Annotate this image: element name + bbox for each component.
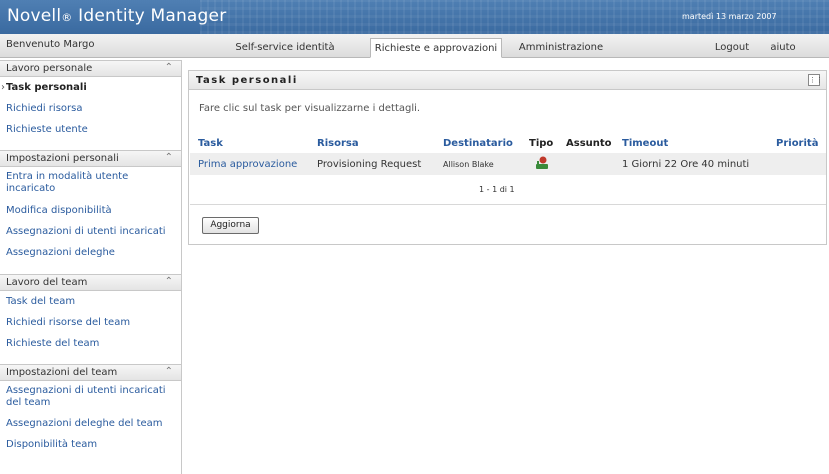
sidebar-item-assegnazioni-incaricati-team[interactable]: Assegnazioni di utenti incaricati del te…: [6, 385, 178, 409]
section-header-impostazioni-del-team[interactable]: Impostazioni del team ⌃: [0, 364, 181, 381]
resource-cell: Provisioning Request: [317, 159, 422, 170]
sidebar: Lavoro personale ⌃ › Task personali Richi…: [0, 60, 182, 474]
current-date: martedì 13 marzo 2007: [682, 12, 777, 21]
column-header-timeout[interactable]: Timeout: [622, 138, 668, 149]
section-title: Impostazioni personali: [6, 153, 119, 164]
column-header-risorsa[interactable]: Risorsa: [317, 138, 359, 149]
sidebar-item-assegnazioni-deleghe[interactable]: Assegnazioni deleghe: [6, 247, 178, 259]
sidebar-item-richiedi-risorse-team[interactable]: Richiedi risorse del team: [6, 317, 178, 329]
task-link[interactable]: Prima approvazione: [198, 159, 297, 170]
timeout-cell: 1 Giorni 22 Ore 40 minuti: [622, 159, 750, 170]
section-title: Impostazioni del team: [6, 367, 118, 378]
section-header-lavoro-del-team[interactable]: Lavoro del team ⌃: [0, 274, 181, 291]
sidebar-item-task-personali[interactable]: › Task personali: [1, 82, 178, 94]
approval-type-icon: [534, 155, 550, 174]
sidebar-item-richieste-utente[interactable]: Richieste utente: [6, 124, 178, 136]
collapse-icon[interactable]: ⌃: [165, 62, 173, 73]
sidebar-item-richiedi-risorsa[interactable]: Richiedi risorsa: [6, 103, 178, 115]
sidebar-item-assegnazioni-deleghe-team[interactable]: Assegnazioni deleghe del team: [6, 418, 178, 430]
pager-text: 1 - 1 di 1: [479, 185, 515, 194]
section-header-impostazioni-personali[interactable]: Impostazioni personali ⌃: [0, 150, 181, 167]
panel-title: Task personali: [196, 75, 298, 86]
product-name: Identity Manager: [78, 6, 227, 26]
task-panel: Task personali ⋮⋮ Fare clic sul task per…: [188, 70, 827, 245]
sidebar-item-task-del-team[interactable]: Task del team: [6, 296, 178, 308]
column-header-tipo: Tipo: [529, 138, 554, 149]
sidebar-item-assegnazioni-incaricati[interactable]: Assegnazioni di utenti incaricati: [6, 226, 178, 238]
recipient-cell: Allison Blake: [443, 160, 494, 169]
tab-self-service[interactable]: Self-service identità: [200, 38, 370, 58]
grid-icon[interactable]: ⋮⋮: [808, 74, 823, 86]
top-nav: Benvenuto Margo Self-service identità Ri…: [0, 34, 829, 58]
sidebar-item-modifica-disponibilita[interactable]: Modifica disponibilità: [6, 205, 178, 217]
column-header-priorita[interactable]: Priorità: [776, 138, 818, 149]
logout-link[interactable]: Logout: [712, 38, 752, 58]
sidebar-item-disponibilita-team[interactable]: Disponibilità team: [6, 439, 178, 451]
sidebar-item-modalita-incaricato[interactable]: Entra in modalità utente incaricato: [6, 171, 178, 195]
welcome-text: Benvenuto Margo: [6, 39, 95, 50]
help-link[interactable]: aiuto: [764, 38, 802, 58]
selected-caret-icon: ›: [1, 82, 5, 93]
refresh-button[interactable]: Aggiorna: [202, 217, 259, 234]
header-banner: Novell® Identity Manager martedì 13 marz…: [0, 0, 829, 34]
instructions-text: Fare clic sul task per visualizzarne i d…: [199, 103, 421, 114]
tab-administration[interactable]: Amministrazione: [506, 38, 616, 58]
collapse-icon[interactable]: ⌃: [165, 152, 173, 163]
registered-mark: ®: [61, 11, 73, 24]
brand-name: Novell: [7, 6, 62, 26]
sidebar-item-label: Task personali: [6, 82, 87, 93]
app-title: Novell® Identity Manager: [7, 6, 226, 26]
panel-header: Task personali ⋮⋮: [189, 71, 826, 90]
section-title: Lavoro del team: [6, 277, 88, 288]
tab-requests-approvals[interactable]: Richieste e approvazioni: [370, 38, 502, 58]
section-title: Lavoro personale: [6, 63, 93, 74]
sidebar-item-richieste-del-team[interactable]: Richieste del team: [6, 338, 178, 350]
section-header-lavoro-personale[interactable]: Lavoro personale ⌃: [0, 60, 181, 77]
divider: [190, 204, 826, 205]
column-header-destinatario[interactable]: Destinatario: [443, 138, 513, 149]
column-header-task[interactable]: Task: [198, 138, 223, 149]
collapse-icon[interactable]: ⌃: [165, 276, 173, 287]
collapse-icon[interactable]: ⌃: [165, 366, 173, 377]
column-header-assunto: Assunto: [566, 138, 612, 149]
